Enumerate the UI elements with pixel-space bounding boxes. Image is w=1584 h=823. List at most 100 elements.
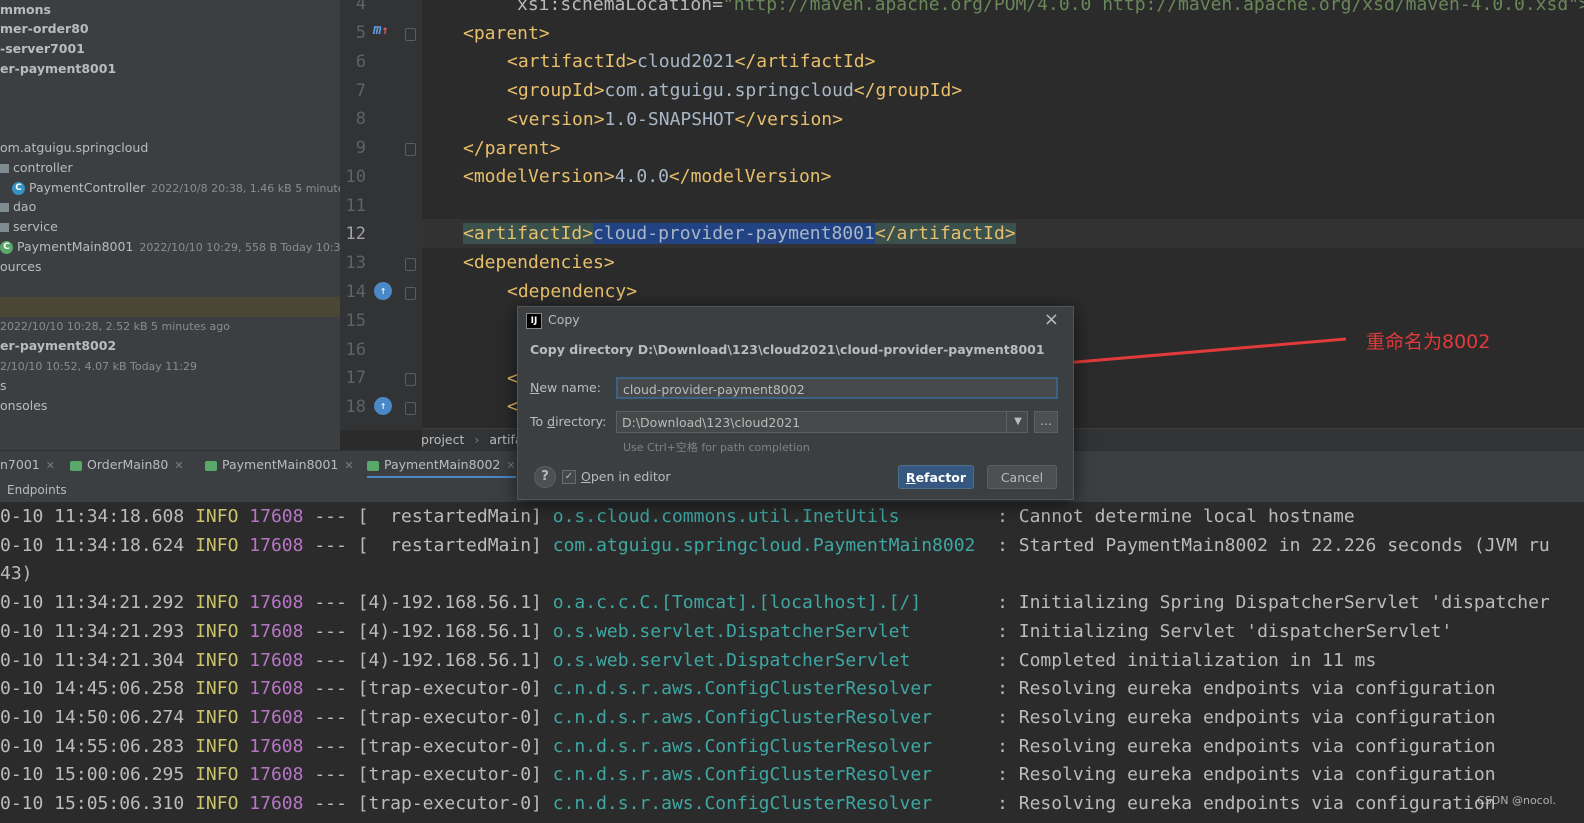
log-message: : Resolving eureka endpoints via configu…	[997, 735, 1496, 757]
log-timestamp: 0-10 11:34:21.293	[0, 620, 185, 642]
breadcrumb-item[interactable]: project	[421, 432, 464, 447]
tree-item-label: om.atguigu.springcloud	[0, 140, 149, 155]
help-button[interactable]: ?	[534, 466, 556, 488]
tab-payment-main8002[interactable]: PaymentMain8002 ✕	[367, 451, 516, 479]
log-thread: --- [trap-executor-0]	[314, 706, 542, 728]
log-message: : Completed initialization in 11 ms	[997, 649, 1377, 671]
cancel-button[interactable]: Cancel	[987, 465, 1057, 489]
code-line-14: <dependency>	[422, 277, 637, 306]
line-number: 8	[355, 109, 366, 129]
tree-item-label: s	[0, 378, 7, 393]
line-number: 17	[345, 368, 366, 388]
tree-item-service[interactable]: service	[0, 217, 58, 237]
tab-order-main80[interactable]: OrderMain80 ✕	[70, 451, 184, 479]
xml-tag: <groupId>	[507, 80, 605, 101]
fold-marker-icon[interactable]	[405, 28, 416, 41]
tree-item-payment8001[interactable]: er-payment8001	[0, 59, 116, 79]
tab-payment-main8001[interactable]: PaymentMain8001 ✕	[205, 451, 354, 479]
tree-item-payment-controller[interactable]: C PaymentController 2022/10/8 20:38, 1.46 …	[12, 178, 340, 198]
log-pid: 17608	[249, 592, 304, 614]
fold-marker-icon[interactable]	[405, 258, 416, 271]
log-message: : Resolving eureka endpoints via configu…	[997, 793, 1496, 814]
log-timestamp: 43)	[0, 563, 33, 585]
maven-parent-icon[interactable]: m↑	[373, 22, 389, 38]
annotation-text: 重命名为8002	[1366, 331, 1491, 353]
tree-item-label: PaymentMain8001	[17, 239, 134, 254]
tree-item-order80[interactable]: mer-order80	[0, 19, 89, 39]
tree-item-package[interactable]: om.atguigu.springcloud	[0, 138, 148, 158]
tree-item-label: -server7001	[0, 41, 85, 56]
to-directory-combo[interactable]: D:\Download\123\cloud2021	[616, 411, 1028, 433]
tab-endpoints[interactable]: Endpoints	[7, 483, 67, 497]
line-number: 12	[345, 224, 366, 244]
line-number: 16	[345, 340, 366, 360]
chevron-down-icon[interactable]: ▼	[1006, 411, 1029, 433]
line-number: 11	[345, 196, 366, 216]
log-level: INFO	[195, 706, 239, 728]
close-icon[interactable]: ✕	[46, 459, 55, 472]
tree-item-consoles[interactable]: onsoles	[0, 396, 47, 416]
tree-item-pom[interactable]: 2022/10/10 10:28, 2.52 kB 5 minutes ago	[0, 316, 230, 336]
tree-item-dao[interactable]: dao	[0, 197, 36, 217]
editor-gutter: 4 5 6 7 8 9 10 11 12 13 14 15 16 17 18 m…	[340, 0, 422, 430]
xml-text: 4.0.0	[614, 166, 669, 187]
log-logger: o.s.web.servlet.DispatcherServlet	[552, 620, 987, 642]
console-line: 0-10 15:05:06.310 INFO 17608 --- [trap-e…	[0, 789, 1496, 818]
tree-item-label: onsoles	[0, 398, 48, 413]
xml-tag: <artifactId>	[507, 51, 638, 72]
tree-item-pom2[interactable]: 2/10/10 10:52, 4.07 kB Today 11:29	[0, 356, 197, 376]
tree-item-label: er-payment8001	[0, 61, 117, 76]
tab-label: PaymentMain8002	[384, 457, 501, 472]
dialog-title: Copy	[548, 312, 580, 327]
console-output[interactable]: 0-10 11:34:18.608 INFO 17608 --- [ resta…	[0, 502, 1584, 823]
tree-item-server7001[interactable]: -server7001	[0, 39, 85, 59]
tree-item-label: mmons	[0, 2, 51, 17]
line-number: 14	[345, 282, 366, 302]
browse-button[interactable]: ...	[1034, 411, 1058, 433]
tree-item-commons[interactable]: mmons	[0, 0, 51, 20]
console-line: 0-10 11:34:18.608 INFO 17608 --- [ resta…	[0, 502, 1355, 531]
fold-marker-icon[interactable]	[405, 287, 416, 300]
tree-item-payment-main8001[interactable]: C PaymentMain8001 2022/10/10 10:29, 558 B …	[0, 237, 341, 257]
spring-class-icon: C	[0, 241, 13, 254]
fold-marker-icon[interactable]	[405, 373, 416, 386]
new-name-input[interactable]: cloud-provider-payment8002	[616, 377, 1058, 399]
tree-item-resources[interactable]: ources	[0, 257, 42, 277]
xml-text: com.atguigu.springcloud	[604, 80, 854, 101]
log-pid: 17608	[249, 793, 304, 814]
tree-item-controller[interactable]: controller	[0, 158, 73, 178]
tree-item-libs[interactable]: s	[0, 376, 7, 396]
tab-server7001[interactable]: n7001 ✕	[0, 451, 55, 479]
close-icon[interactable]: ×	[1044, 309, 1059, 330]
tree-item-label: mer-order80	[0, 21, 89, 36]
close-icon[interactable]: ✕	[174, 459, 183, 472]
close-icon[interactable]: ✕	[344, 459, 353, 472]
log-thread: --- [ restartedMain]	[314, 506, 542, 527]
xml-tag: <version>	[507, 109, 605, 130]
log-timestamp: 0-10 11:34:18.624	[0, 534, 185, 556]
open-in-editor-checkbox[interactable]: ✓	[562, 470, 576, 484]
fold-marker-icon[interactable]	[405, 402, 416, 415]
console-line: 0-10 11:34:21.292 INFO 17608 --- [4)-192…	[0, 588, 1550, 617]
line-number: 5	[355, 23, 366, 43]
log-timestamp: 0-10 14:50:06.274	[0, 706, 185, 728]
console-line: 0-10 14:50:06.274 INFO 17608 --- [trap-e…	[0, 703, 1496, 732]
console-line: 43)	[0, 559, 43, 588]
line-number: 9	[355, 138, 366, 158]
line-number: 13	[345, 253, 366, 273]
fold-marker-icon[interactable]	[405, 143, 416, 156]
line-number: 6	[355, 52, 366, 72]
refactor-button[interactable]: Refactor	[898, 465, 974, 489]
dependency-gutter-icon[interactable]: ↑	[374, 397, 392, 415]
dependency-gutter-icon[interactable]: ↑	[374, 282, 392, 300]
log-timestamp: 0-10 15:05:06.310	[0, 793, 185, 814]
log-level: INFO	[195, 620, 239, 642]
tree-item-selected[interactable]	[0, 297, 340, 317]
xml-tag: </artifactId>	[874, 223, 1016, 244]
close-icon[interactable]: ✕	[506, 459, 515, 472]
code-line-13: <dependencies>	[422, 248, 615, 277]
file-meta: 2022/10/10 10:29, 558 B Today 10:31	[139, 241, 341, 254]
log-timestamp: 0-10 14:45:06.258	[0, 678, 185, 700]
tree-item-payment8002[interactable]: er-payment8002	[0, 336, 116, 356]
xml-tag: </groupId>	[853, 80, 963, 101]
